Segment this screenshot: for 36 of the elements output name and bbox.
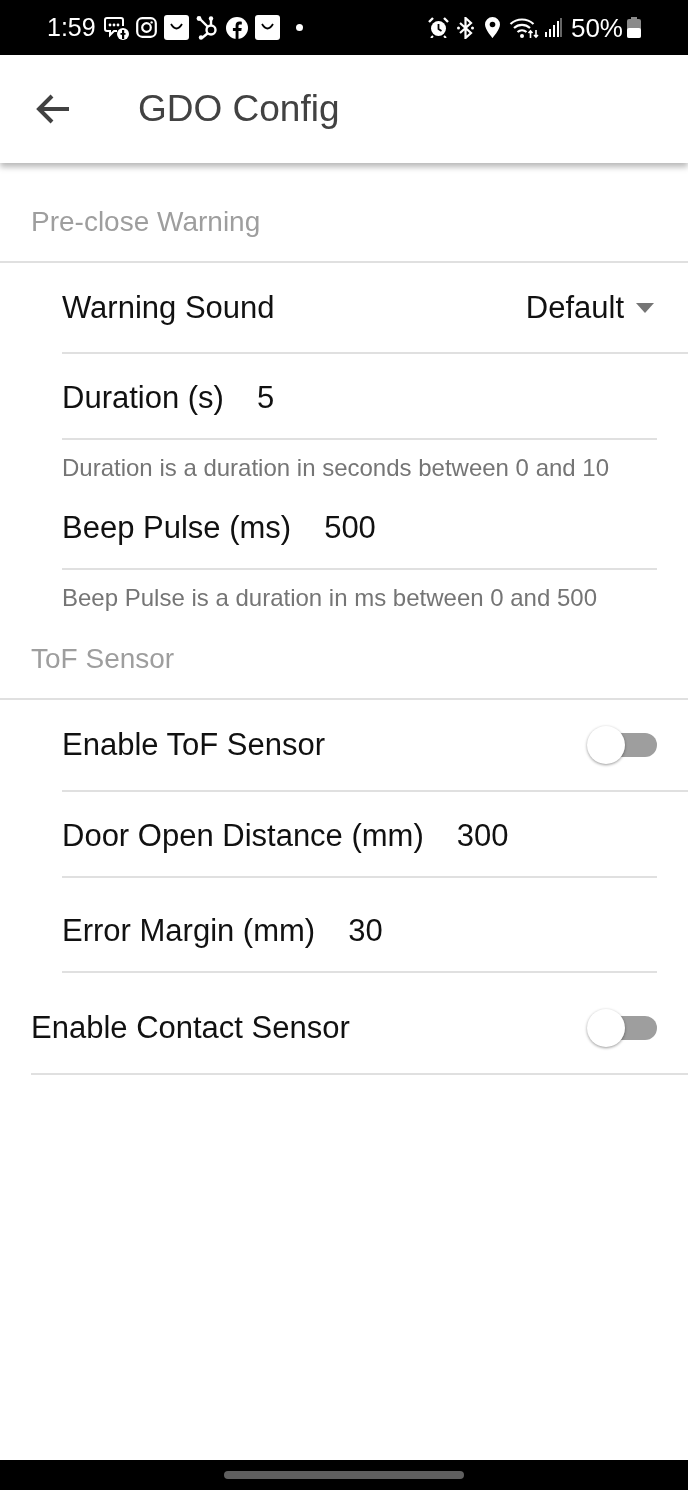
setting-label: Warning Sound bbox=[62, 289, 275, 326]
field-label: Duration (s) bbox=[62, 380, 224, 416]
section-header: ToF Sensor bbox=[31, 643, 175, 675]
field-label: Door Open Distance (mm) bbox=[62, 818, 424, 854]
text-input[interactable]: 30 bbox=[348, 913, 383, 949]
field-label: Beep Pulse (ms) bbox=[62, 510, 292, 546]
alarm-clock-icon bbox=[427, 17, 449, 38]
field-label: Error Margin (mm) bbox=[62, 913, 316, 949]
location-pin-icon bbox=[484, 17, 500, 38]
toggle-switch[interactable] bbox=[587, 1007, 657, 1048]
text-input[interactable]: 300 bbox=[456, 818, 509, 854]
helper-text: Beep Pulse is a duration in ms between 0 and 500 bbox=[62, 584, 599, 612]
text-input[interactable]: 500 bbox=[324, 510, 376, 546]
dropdown-button[interactable]: Default bbox=[525, 289, 654, 326]
battery-percent: 50% bbox=[570, 14, 623, 41]
page-title: GDO Config bbox=[138, 87, 340, 131]
setting-label: Enable Contact Sensor bbox=[31, 1009, 350, 1046]
dot-icon bbox=[295, 24, 303, 31]
back-arrow-icon bbox=[36, 94, 70, 124]
circle-logo-icon bbox=[225, 16, 248, 39]
smile-tile-icon bbox=[254, 15, 280, 40]
status-time: 1:59 bbox=[47, 15, 96, 40]
section-header: Pre-close Warning bbox=[31, 206, 261, 238]
caret-icon bbox=[636, 302, 654, 313]
helper-text: Duration is a duration in seconds between 0 and 10 bbox=[62, 454, 611, 482]
setting-label: Enable ToF Sensor bbox=[62, 727, 326, 763]
toggle-switch[interactable] bbox=[587, 725, 657, 765]
chat-bubble-icon bbox=[103, 15, 129, 40]
text-input[interactable]: 5 bbox=[256, 380, 275, 416]
smile-tile-icon bbox=[163, 15, 189, 40]
bluetooth-icon bbox=[456, 16, 474, 39]
hub-icon bbox=[195, 15, 219, 40]
signal-icon bbox=[544, 18, 562, 37]
camera-icon bbox=[135, 17, 157, 38]
battery-icon bbox=[627, 17, 641, 38]
wifi-icon bbox=[508, 16, 539, 39]
